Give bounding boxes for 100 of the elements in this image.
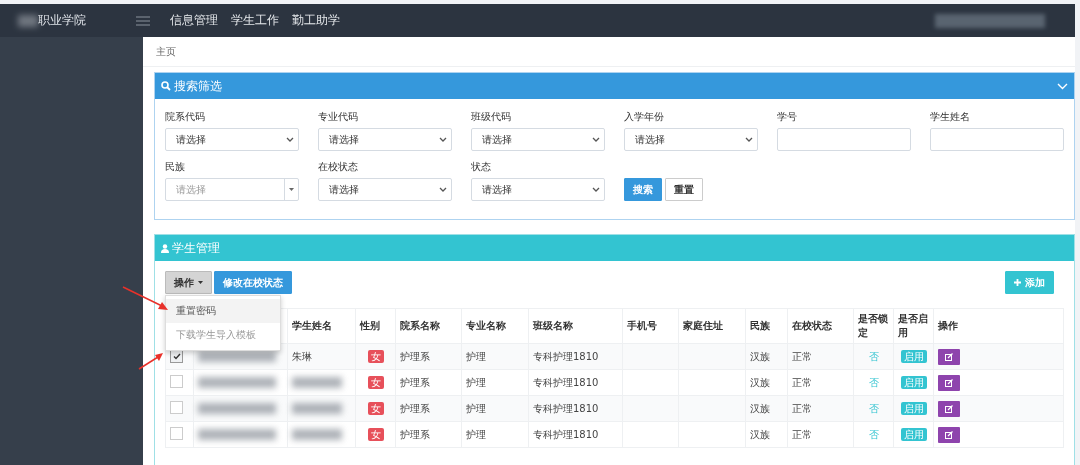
select-field[interactable]: 请选择 bbox=[471, 128, 605, 151]
field-label: 班级代码 bbox=[471, 110, 512, 124]
edit-icon bbox=[945, 430, 953, 439]
chevron-down-icon bbox=[286, 136, 294, 143]
table-cell: 护理 bbox=[461, 369, 529, 396]
edit-icon bbox=[945, 378, 953, 387]
checkbox[interactable] bbox=[170, 427, 183, 440]
enabled-badge: 启用 bbox=[900, 376, 927, 389]
select-field[interactable]: 请选择 bbox=[318, 178, 452, 201]
gender-badge: 女 bbox=[367, 402, 384, 415]
table-cell: 专科护理1810 bbox=[528, 369, 623, 396]
table-cell: 正常 bbox=[787, 343, 854, 370]
checkbox[interactable] bbox=[170, 375, 183, 388]
edit-button[interactable] bbox=[938, 348, 960, 365]
edit-icon bbox=[945, 404, 953, 413]
table-cell: 护理 bbox=[461, 343, 529, 370]
chevron-down-icon bbox=[592, 186, 600, 193]
panel-title: 搜索筛选 bbox=[174, 77, 222, 95]
column-header: 在校状态 bbox=[787, 308, 854, 344]
table-cell: 汉族 bbox=[745, 421, 788, 448]
plus-icon bbox=[1014, 279, 1021, 286]
edit-button[interactable] bbox=[938, 426, 960, 443]
checkbox[interactable] bbox=[170, 401, 183, 414]
table-cell: 专科护理1810 bbox=[528, 343, 623, 370]
gender-badge: 女 bbox=[367, 350, 384, 363]
column-header: 院系名称 bbox=[395, 308, 462, 344]
table-cell: 专科护理1810 bbox=[528, 421, 623, 448]
table-cell: 正常 bbox=[787, 369, 854, 396]
search-icon bbox=[161, 81, 171, 91]
column-header: 班级名称 bbox=[528, 308, 623, 344]
chevron-down-icon bbox=[745, 136, 753, 143]
enabled-badge: 启用 bbox=[900, 350, 927, 363]
gender-badge: 女 bbox=[367, 428, 384, 441]
edit-icon bbox=[945, 352, 953, 361]
field-label: 学号 bbox=[777, 110, 798, 124]
locked-status: 否 bbox=[868, 350, 879, 362]
table-cell: 汉族 bbox=[745, 369, 788, 396]
chevron-down-icon bbox=[439, 186, 447, 193]
edit-button[interactable] bbox=[938, 400, 960, 417]
caret-icon bbox=[198, 281, 203, 284]
brand-name: 职业学院 bbox=[38, 12, 86, 29]
chevron-down-icon[interactable] bbox=[1057, 82, 1068, 90]
input-field[interactable] bbox=[930, 128, 1064, 151]
table-cell: 护理系 bbox=[395, 369, 462, 396]
reset-button[interactable]: 重置 bbox=[665, 178, 703, 201]
field-label: 专业代码 bbox=[318, 110, 359, 124]
gender-badge: 女 bbox=[367, 376, 384, 389]
table-cell: 护理系 bbox=[395, 421, 462, 448]
column-header: 专业名称 bbox=[461, 308, 529, 344]
arrow-annotation bbox=[122, 286, 170, 312]
column-header: 家庭住址 bbox=[678, 308, 746, 344]
user-icon bbox=[161, 243, 169, 253]
redaction bbox=[18, 14, 38, 27]
nav-item[interactable]: 信息管理 bbox=[170, 12, 218, 29]
column-header: 是否启用 bbox=[893, 308, 934, 344]
table-cell: 汉族 bbox=[745, 395, 788, 422]
panel-title: 学生管理 bbox=[172, 239, 220, 257]
chevron-down-icon bbox=[592, 136, 600, 143]
table-cell: 专科护理1810 bbox=[528, 395, 623, 422]
input-field[interactable] bbox=[777, 128, 911, 151]
locked-status: 否 bbox=[868, 402, 879, 414]
table-cell: 护理 bbox=[461, 395, 529, 422]
field-label: 入学年份 bbox=[624, 110, 665, 124]
enabled-badge: 启用 bbox=[900, 402, 927, 415]
select-field[interactable]: 请选择 bbox=[624, 128, 758, 151]
column-header: 性别 bbox=[355, 308, 396, 344]
field-label: 民族 bbox=[165, 160, 186, 174]
nav-item[interactable]: 勤工助学 bbox=[292, 12, 340, 29]
select-field[interactable]: 请选择 bbox=[471, 178, 605, 201]
table-cell: 汉族 bbox=[745, 343, 788, 370]
field-label: 在校状态 bbox=[318, 160, 359, 174]
check-icon bbox=[172, 353, 181, 360]
redaction bbox=[292, 403, 342, 414]
select-field[interactable]: 请选择 bbox=[318, 128, 452, 151]
nav-item[interactable]: 学生工作 bbox=[231, 12, 279, 29]
column-header: 操作 bbox=[933, 308, 1064, 344]
menu-icon[interactable] bbox=[136, 15, 150, 26]
column-header: 是否锁定 bbox=[853, 308, 894, 344]
column-header: 手机号 bbox=[622, 308, 679, 344]
enabled-badge: 启用 bbox=[900, 428, 927, 441]
redaction bbox=[292, 429, 342, 440]
column-header: 学生姓名 bbox=[287, 308, 356, 344]
field-label: 学生姓名 bbox=[930, 110, 971, 124]
edit-button[interactable] bbox=[938, 374, 960, 391]
table-cell: 护理系 bbox=[395, 343, 462, 370]
breadcrumb[interactable]: 主页 bbox=[156, 44, 176, 59]
table-cell: 朱琳 bbox=[292, 350, 312, 362]
table-cell: 护理系 bbox=[395, 395, 462, 422]
table-cell: 正常 bbox=[787, 395, 854, 422]
field-label: 院系代码 bbox=[165, 110, 206, 124]
redaction bbox=[292, 377, 342, 388]
caret-icon bbox=[289, 188, 294, 191]
locked-status: 否 bbox=[868, 428, 879, 440]
menu-item[interactable]: 重置密码 bbox=[166, 299, 280, 323]
arrow-annotation bbox=[138, 352, 164, 370]
table-cell: 护理 bbox=[461, 421, 529, 448]
column-header: 民族 bbox=[745, 308, 788, 344]
locked-status: 否 bbox=[868, 376, 879, 388]
select-field[interactable]: 请选择 bbox=[165, 128, 299, 151]
actions-dropdown[interactable]: 操作 bbox=[165, 271, 212, 294]
